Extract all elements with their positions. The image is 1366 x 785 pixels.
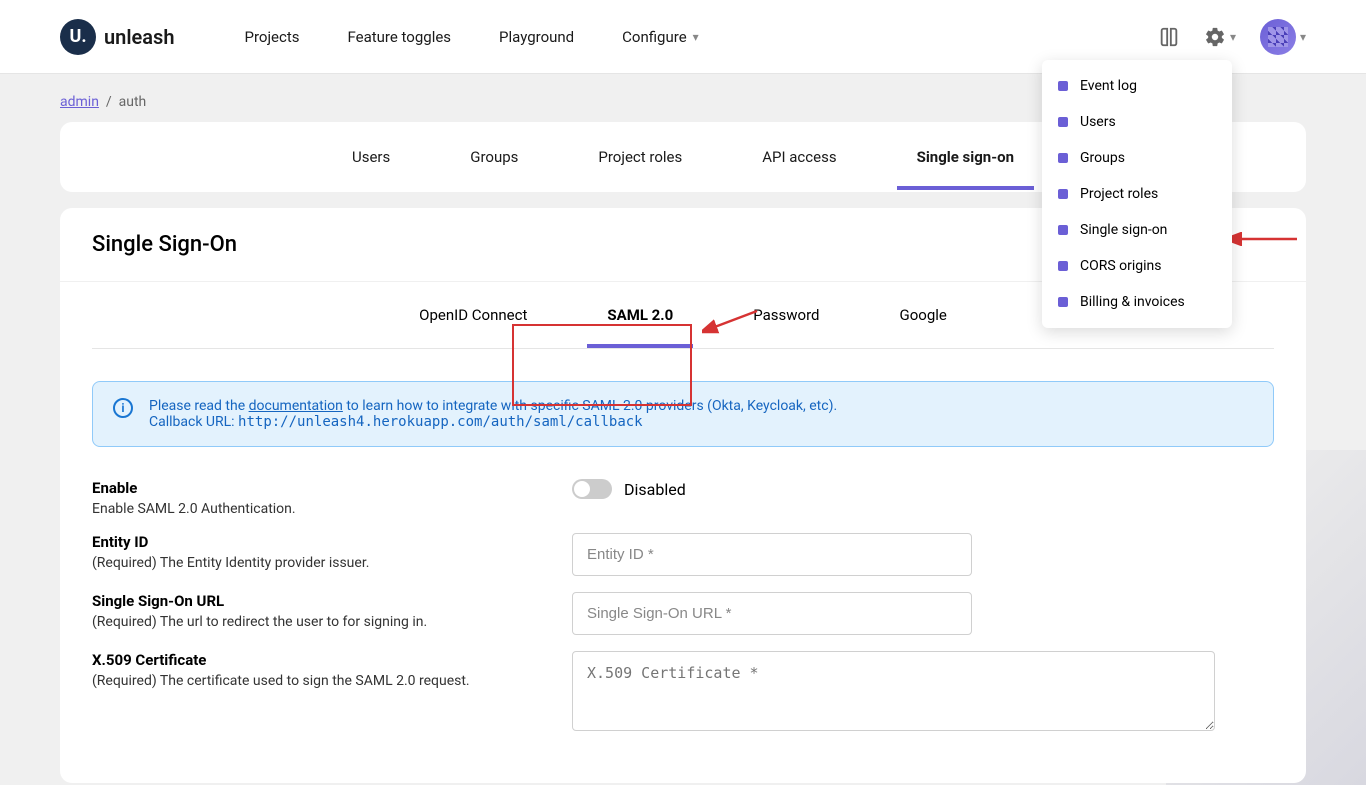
tab-sso[interactable]: Single sign-on xyxy=(917,124,1014,190)
info-banner: i Please read the documentation to learn… xyxy=(92,381,1274,447)
chevron-down-icon: ▾ xyxy=(1230,30,1236,44)
tab-api-access[interactable]: API access xyxy=(762,124,836,190)
dropdown-billing[interactable]: Billing & invoices xyxy=(1042,284,1232,320)
dropdown-event-log[interactable]: Event log xyxy=(1042,68,1232,104)
breadcrumb-auth: auth xyxy=(119,94,147,110)
toggle-status: Disabled xyxy=(624,480,686,499)
sso-tab-openid[interactable]: OpenID Connect xyxy=(379,282,567,348)
sso-url-label: Single Sign-On URL xyxy=(92,592,532,610)
bullet-icon xyxy=(1058,225,1068,235)
tab-groups[interactable]: Groups xyxy=(470,124,518,190)
dropdown-label: Single sign-on xyxy=(1080,222,1167,238)
sso-tab-google[interactable]: Google xyxy=(860,282,987,348)
dropdown-groups[interactable]: Groups xyxy=(1042,140,1232,176)
entity-id-help: (Required) The Entity Identity provider … xyxy=(92,555,532,571)
enable-help: Enable SAML 2.0 Authentication. xyxy=(92,501,532,517)
form-row-enable: Enable Enable SAML 2.0 Authentication. D… xyxy=(92,479,1274,517)
sso-tab-saml[interactable]: SAML 2.0 xyxy=(567,282,713,348)
sso-url-help: (Required) The url to redirect the user … xyxy=(92,614,532,630)
user-menu[interactable]: ▾ xyxy=(1260,19,1306,55)
nav-feature-toggles[interactable]: Feature toggles xyxy=(347,28,451,46)
callback-label: Callback URL: xyxy=(149,414,238,430)
dropdown-label: Groups xyxy=(1080,150,1125,166)
callback-url: http://unleash4.herokuapp.com/auth/saml/… xyxy=(238,414,643,430)
info-icon: i xyxy=(113,398,133,418)
x509-label: X.509 Certificate xyxy=(92,651,532,669)
dropdown-label: Project roles xyxy=(1080,186,1158,202)
x509-help: (Required) The certificate used to sign … xyxy=(92,673,532,689)
dropdown-label: CORS origins xyxy=(1080,258,1162,274)
bullet-icon xyxy=(1058,81,1068,91)
logo[interactable]: U. unleash xyxy=(60,19,174,55)
dropdown-cors[interactable]: CORS origins xyxy=(1042,248,1232,284)
dropdown-label: Event log xyxy=(1080,78,1137,94)
dropdown-users[interactable]: Users xyxy=(1042,104,1232,140)
entity-id-label: Entity ID xyxy=(92,533,532,551)
entity-id-input[interactable] xyxy=(572,533,972,576)
chevron-down-icon: ▾ xyxy=(1300,30,1306,44)
info-suffix: to learn how to integrate with specific … xyxy=(343,398,837,414)
documentation-link[interactable]: documentation xyxy=(249,398,343,414)
bullet-icon xyxy=(1058,117,1068,127)
dropdown-label: Billing & invoices xyxy=(1080,294,1185,310)
nav-right: ▾ ▾ xyxy=(1158,19,1306,55)
form-row-x509: X.509 Certificate (Required) The certifi… xyxy=(92,651,1274,735)
bullet-icon xyxy=(1058,297,1068,307)
bullet-icon xyxy=(1058,261,1068,271)
nav-configure-label: Configure xyxy=(622,28,687,46)
form-section: Enable Enable SAML 2.0 Authentication. D… xyxy=(60,479,1306,783)
nav-configure[interactable]: Configure ▾ xyxy=(622,28,699,46)
nav-playground[interactable]: Playground xyxy=(499,28,574,46)
info-content: Please read the documentation to learn h… xyxy=(149,398,837,430)
form-row-entity-id: Entity ID (Required) The Entity Identity… xyxy=(92,533,1274,576)
bullet-icon xyxy=(1058,189,1068,199)
breadcrumb-admin[interactable]: admin xyxy=(60,94,99,110)
dropdown-sso[interactable]: Single sign-on xyxy=(1042,212,1232,248)
bullet-icon xyxy=(1058,153,1068,163)
enable-toggle[interactable] xyxy=(572,479,612,499)
settings-button[interactable]: ▾ xyxy=(1204,26,1236,48)
sso-tab-password[interactable]: Password xyxy=(713,282,859,348)
logo-text: unleash xyxy=(104,25,174,49)
enable-label: Enable xyxy=(92,479,532,497)
form-row-sso-url: Single Sign-On URL (Required) The url to… xyxy=(92,592,1274,635)
x509-input[interactable] xyxy=(572,651,1215,731)
breadcrumb-separator: / xyxy=(102,94,118,110)
nav-projects[interactable]: Projects xyxy=(244,28,299,46)
docs-icon[interactable] xyxy=(1158,26,1180,48)
tab-project-roles[interactable]: Project roles xyxy=(598,124,682,190)
logo-icon: U. xyxy=(60,19,96,55)
avatar xyxy=(1260,19,1296,55)
info-prefix: Please read the xyxy=(149,398,249,414)
sso-url-input[interactable] xyxy=(572,592,972,635)
dropdown-label: Users xyxy=(1080,114,1116,130)
tab-users[interactable]: Users xyxy=(352,124,390,190)
nav-links: Projects Feature toggles Playground Conf… xyxy=(244,28,698,46)
settings-dropdown: Event log Users Groups Project roles Sin… xyxy=(1042,60,1232,328)
chevron-down-icon: ▾ xyxy=(693,30,699,44)
dropdown-project-roles[interactable]: Project roles xyxy=(1042,176,1232,212)
